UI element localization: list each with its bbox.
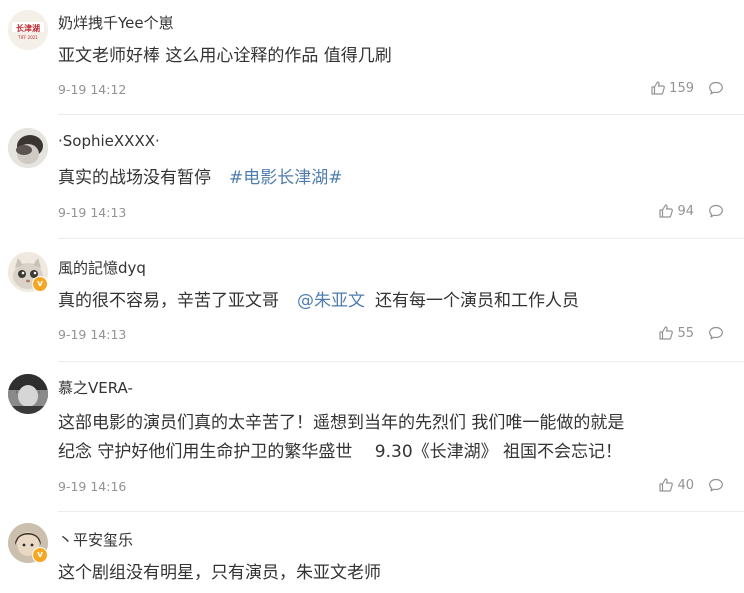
comment-item: 长津湖 TIFF 2021 奶烊拽千Yee个崽 亚文老师好棒 这么用心诠释的作品… [0,0,744,115]
username[interactable]: 風的記憶dyq [58,257,146,278]
avatar[interactable] [8,374,48,414]
thumbs-up-icon [650,80,666,96]
like-count: 94 [677,203,694,219]
timestamp: 9-19 14:12 [58,82,127,97]
comment-item: 慕之VERA- 这部电影的演员们真的太辛苦了！遥想到当年的先烈们 我们唯一能做的… [0,364,744,512]
avatar[interactable]: 长津湖 TIFF 2021 [8,10,48,50]
verified-badge-icon: v [32,547,48,563]
comment-bubble-icon[interactable] [708,477,724,493]
thumbs-up-icon [658,477,674,493]
thumbs-up-icon [658,203,674,219]
divider [58,361,744,362]
thumbs-up-icon [658,325,674,341]
mention-link[interactable]: @朱亚文 [297,291,365,311]
timestamp: 9-19 14:16 [58,479,127,494]
username[interactable]: 丶平安玺乐 [58,529,133,550]
comment-feed: 长津湖 TIFF 2021 奶烊拽千Yee个崽 亚文老师好棒 这么用心诠释的作品… [0,0,744,593]
comment-text: 亚文老师好棒 这么用心诠释的作品 值得几刷 [58,46,392,66]
username[interactable]: 慕之VERA- [58,377,133,398]
comment-text: 真实的战场没有暂停 #电影长津湖# [58,164,734,193]
avatar[interactable] [8,128,48,168]
comment-text-body: 真实的战场没有暂停 [58,168,211,188]
like-count: 40 [677,477,694,493]
svg-text:TIFF 2021: TIFF 2021 [17,35,38,40]
comment-text-line: 纪念 守护好他们用生命护卫的繁华盛世 9.30《长津湖》 祖国不会忘记！ [58,442,623,462]
like-count: 159 [669,80,694,96]
divider [58,511,744,512]
like-button[interactable]: 94 [658,203,694,219]
comment-bubble-icon[interactable] [708,80,724,96]
comment-item: v 丶平安玺乐 这个剧组没有明星，只有演员，朱亚文老师 [0,513,744,593]
timestamp: 9-19 14:13 [58,327,127,342]
comment-text: 真的很不容易，辛苦了亚文哥 @朱亚文 还有每一个演员和工作人员 [58,287,734,316]
comment-text-body: 真的很不容易，辛苦了亚文哥 [58,291,279,311]
comment-item: ·SophieXXXX· 真实的战场没有暂停 #电影长津湖# 9-19 14:13… [0,118,744,239]
comment-text-body: 还有每一个演员和工作人员 [375,291,579,311]
divider [58,238,744,239]
comment-text: 这个剧组没有明星，只有演员，朱亚文老师 [58,563,381,583]
like-button[interactable]: 159 [650,80,694,96]
comment-text: 这部电影的演员们真的太辛苦了！遥想到当年的先烈们 我们唯一能做的就是 纪念 守护… [58,409,734,467]
comment-text-line: 这部电影的演员们真的太辛苦了！遥想到当年的先烈们 我们唯一能做的就是 [58,413,625,433]
like-button[interactable]: 40 [658,477,694,493]
timestamp: 9-19 14:13 [58,205,127,220]
username[interactable]: ·SophieXXXX· [58,132,160,150]
like-count: 55 [677,325,694,341]
comment-item: v 風的記憶dyq 真的很不容易，辛苦了亚文哥 @朱亚文 还有每一个演员和工作人员 … [0,240,744,362]
svg-text:长津湖: 长津湖 [16,23,40,33]
divider [58,114,744,115]
verified-badge-icon: v [32,276,48,292]
like-button[interactable]: 55 [658,325,694,341]
comment-bubble-icon[interactable] [708,203,724,219]
username[interactable]: 奶烊拽千Yee个崽 [58,12,174,33]
comment-bubble-icon[interactable] [708,325,724,341]
hashtag-link[interactable]: #电影长津湖# [229,168,343,188]
